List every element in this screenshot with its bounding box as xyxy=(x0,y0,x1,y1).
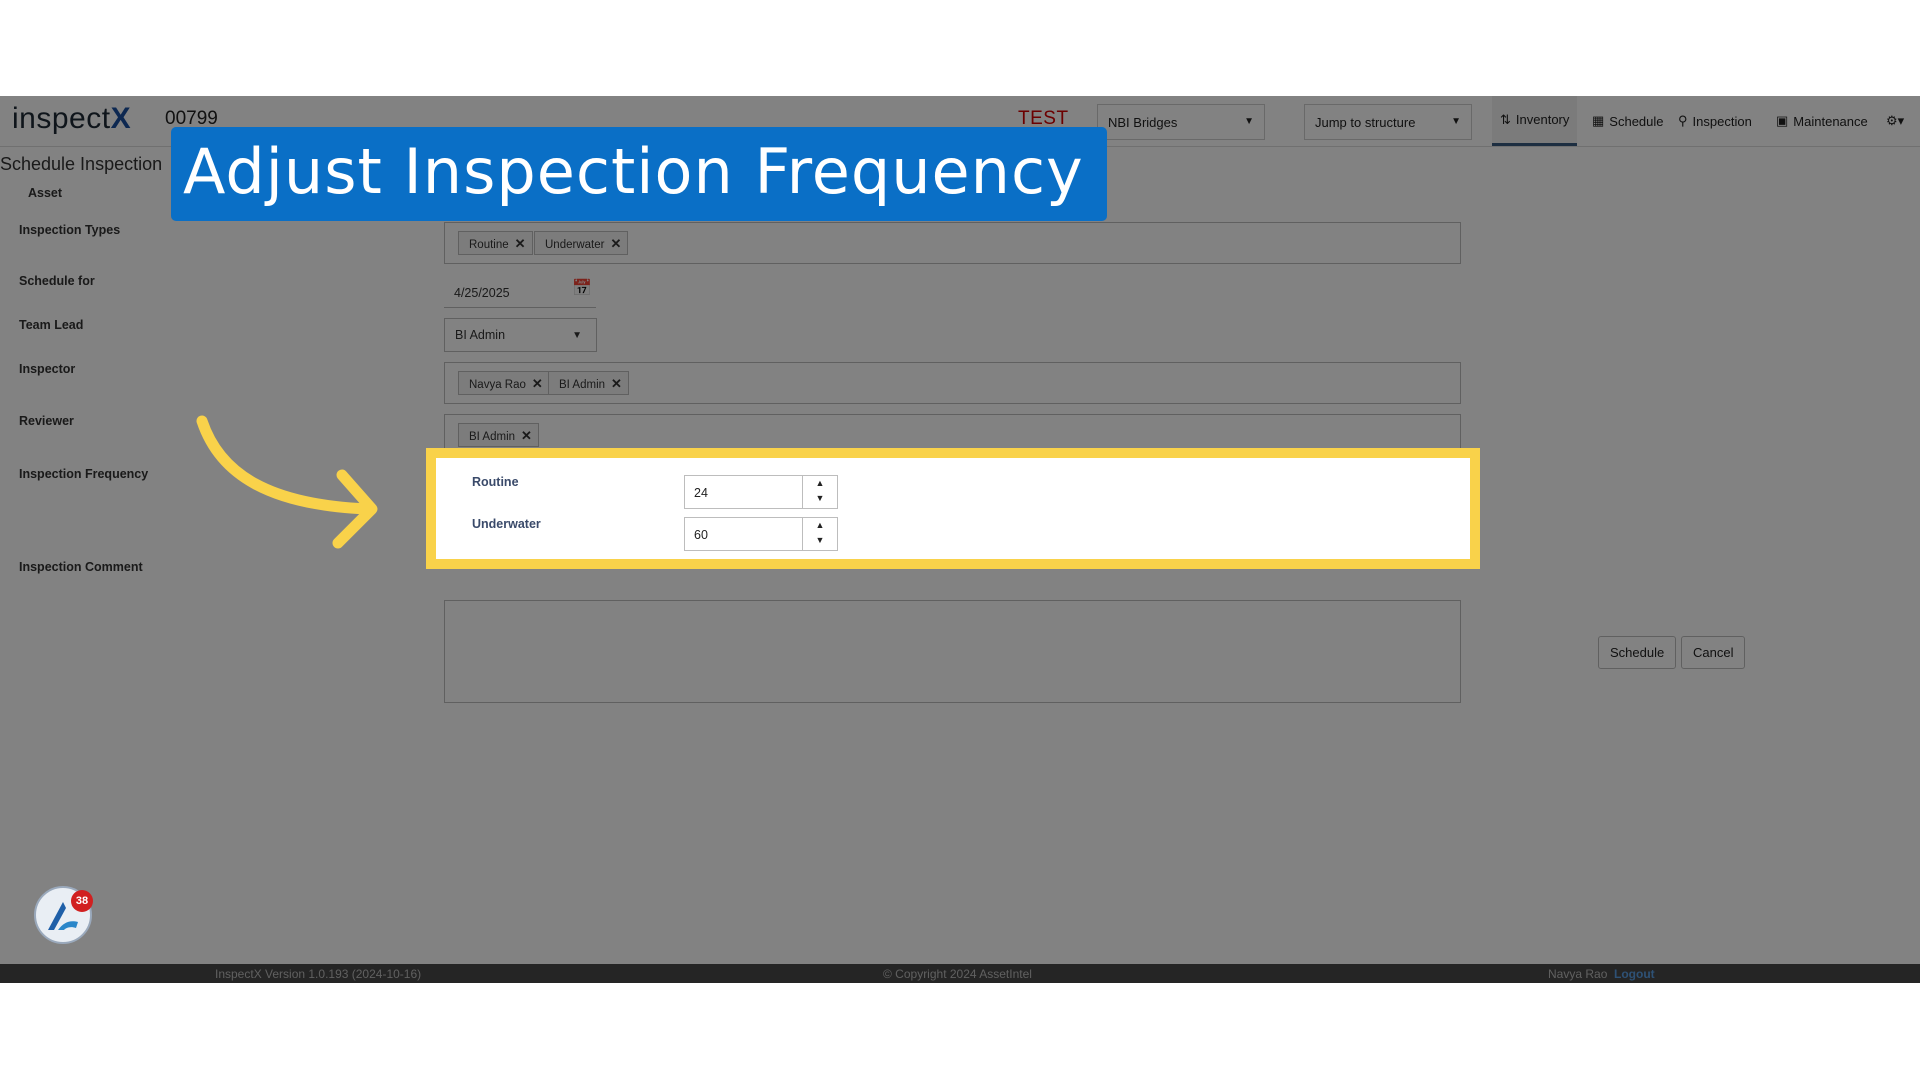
underwater-frequency-label: Underwater xyxy=(472,517,541,531)
inspection-frequency-highlight: Routine 24 ▲ ▼ Underwater 60 ▲ ▼ xyxy=(426,448,1480,569)
tutorial-banner: Adjust Inspection Frequency xyxy=(171,127,1107,221)
routine-frequency-value: 24 xyxy=(694,486,708,500)
spinner-icon[interactable]: ▲ ▼ xyxy=(802,518,837,550)
arrow-icon xyxy=(196,415,378,549)
notification-badge: 38 xyxy=(71,890,93,912)
underwater-frequency-input[interactable]: 60 ▲ ▼ xyxy=(684,517,838,551)
spinner-icon[interactable]: ▲ ▼ xyxy=(802,476,837,508)
routine-frequency-input[interactable]: 24 ▲ ▼ xyxy=(684,475,838,509)
underwater-frequency-value: 60 xyxy=(694,528,708,542)
routine-frequency-label: Routine xyxy=(472,475,519,489)
